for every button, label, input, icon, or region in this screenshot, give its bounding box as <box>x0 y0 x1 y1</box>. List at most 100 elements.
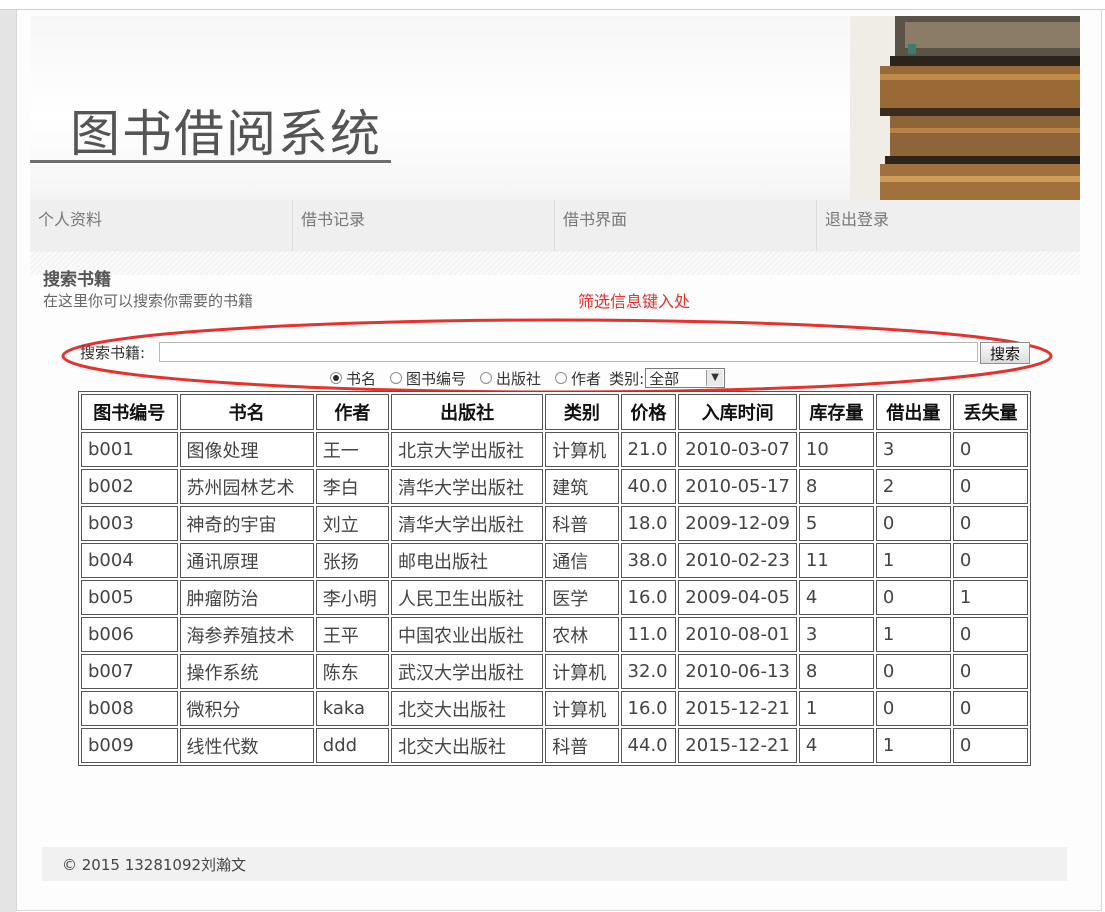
table-cell: 通信 <box>545 543 619 578</box>
table-cell: 科普 <box>545 728 619 763</box>
table-cell: b009 <box>81 728 178 763</box>
table-cell: b007 <box>81 654 178 689</box>
table-cell: 0 <box>875 506 951 541</box>
table-cell: 32.0 <box>620 654 677 689</box>
radio-icon[interactable] <box>390 372 403 384</box>
table-cell: b005 <box>81 580 178 615</box>
table-cell: 40.0 <box>620 469 677 504</box>
table-cell: 通讯原理 <box>179 543 314 578</box>
table-cell: 2010-05-17 <box>678 469 797 504</box>
table-cell: 0 <box>952 728 1028 763</box>
category-selected-value: 全部 <box>649 369 680 388</box>
table-row: b008 微积分 kaka 北交大出版社 计算机 16.0 2015-12-21 1 0 0 <box>81 691 1028 726</box>
radio-icon[interactable] <box>480 372 493 384</box>
table-cell: 2010-08-01 <box>678 617 797 652</box>
column-header: 书名 <box>179 394 314 430</box>
table-cell: 0 <box>875 691 951 726</box>
table-row: b009 线性代数 ddd 北交大出版社 科普 44.0 2015-12-21 4 1 0 <box>81 728 1028 763</box>
books-stack-image <box>850 16 1080 200</box>
search-input[interactable] <box>159 342 978 362</box>
table-cell: 海参养殖技术 <box>179 617 314 652</box>
table-cell: 2009-12-09 <box>678 506 797 541</box>
table-cell: 武汉大学出版社 <box>391 654 544 689</box>
filter-option-title[interactable]: 书名 <box>330 368 376 389</box>
table-cell: 刘立 <box>315 506 390 541</box>
dropdown-arrow-icon[interactable]: ▼ <box>706 370 724 386</box>
nav-item-borrow-page[interactable]: 借书界面 <box>555 200 816 251</box>
table-cell: 人民卫生出版社 <box>391 580 544 615</box>
category-label: 类别: <box>609 369 645 388</box>
table-cell: ddd <box>315 728 390 763</box>
footer-copyright: © 2015 13281092刘瀚文 <box>62 856 247 874</box>
table-cell: 0 <box>952 654 1028 689</box>
column-header: 借出量 <box>875 394 951 430</box>
table-cell: 2010-06-13 <box>678 654 797 689</box>
table-cell: 0 <box>952 432 1028 467</box>
nav-item-logout[interactable]: 退出登录 <box>817 200 1080 251</box>
table-cell: 王一 <box>315 432 390 467</box>
table-cell: 0 <box>875 580 951 615</box>
table-cell: 农林 <box>545 617 619 652</box>
table-cell: b008 <box>81 691 178 726</box>
table-cell: 0 <box>952 691 1028 726</box>
table-cell: 中国农业出版社 <box>391 617 544 652</box>
table-cell: b004 <box>81 543 178 578</box>
table-body: b001 图像处理 王一 北京大学出版社 计算机 21.0 2010-03-07 10 3 0 b0… <box>81 432 1028 763</box>
annotation-label: 筛选信息键入处 <box>578 292 691 311</box>
table-cell: 计算机 <box>545 432 619 467</box>
table-cell: 16.0 <box>620 580 677 615</box>
column-header: 库存量 <box>798 394 874 430</box>
search-button[interactable]: 搜索 <box>980 342 1030 364</box>
app-title: 图书借阅系统 <box>70 105 382 163</box>
table-cell: 16.0 <box>620 691 677 726</box>
table-row: b002 苏州园林艺术 李白 清华大学出版社 建筑 40.0 2010-05-17 8 2 0 <box>81 469 1028 504</box>
filter-option-label: 图书编号 <box>406 369 467 388</box>
table-cell: 医学 <box>545 580 619 615</box>
filter-option-author[interactable]: 作者 <box>555 368 601 389</box>
filter-option-publisher[interactable]: 出版社 <box>480 368 541 389</box>
column-header: 入库时间 <box>678 394 797 430</box>
column-header: 丢失量 <box>952 394 1028 430</box>
radio-checked-icon[interactable] <box>330 372 342 384</box>
nav-item-profile[interactable]: 个人资料 <box>30 200 292 251</box>
table-cell: 陈东 <box>315 654 390 689</box>
table-cell: 1 <box>798 691 874 726</box>
table-cell: 0 <box>952 617 1028 652</box>
table-cell: 1 <box>952 580 1028 615</box>
section-subtitle: 在这里你可以搜索你需要的书籍 <box>43 292 254 310</box>
search-filter-options: 书名 图书编号 出版社 作者 类别: 全部 ▼ <box>330 367 726 389</box>
table-cell: 2015-12-21 <box>678 691 797 726</box>
filter-option-label: 出版社 <box>496 369 542 388</box>
table-cell: 0 <box>875 654 951 689</box>
filter-option-book-id[interactable]: 图书编号 <box>390 368 466 389</box>
search-label: 搜索书籍: <box>80 344 146 362</box>
table-cell: b006 <box>81 617 178 652</box>
table-cell: 李小明 <box>315 580 390 615</box>
table-cell: 北交大出版社 <box>391 691 544 726</box>
table-cell: 计算机 <box>545 654 619 689</box>
table-cell: kaka <box>315 691 390 726</box>
table-cell: 线性代数 <box>179 728 314 763</box>
column-header: 价格 <box>620 394 677 430</box>
radio-icon[interactable] <box>555 372 568 384</box>
table-cell: 4 <box>798 728 874 763</box>
table-cell: 1 <box>875 728 951 763</box>
section-title: 搜索书籍 <box>43 270 111 290</box>
table-cell: 21.0 <box>620 432 677 467</box>
category-select[interactable]: 全部 ▼ <box>645 368 726 388</box>
nav-item-borrow-records[interactable]: 借书记录 <box>293 200 554 251</box>
table-cell: 4 <box>798 580 874 615</box>
table-cell: 邮电出版社 <box>391 543 544 578</box>
column-header: 图书编号 <box>81 394 178 430</box>
table-cell: 11 <box>798 543 874 578</box>
table-cell: 科普 <box>545 506 619 541</box>
content-pattern <box>30 251 1080 275</box>
table-cell: 苏州园林艺术 <box>179 469 314 504</box>
table-cell: 王平 <box>315 617 390 652</box>
books-table: 图书编号 书名 作者 出版社 类别 价格 入库时间 库存量 借出量 丢失量 b0… <box>78 391 1031 766</box>
top-nav: 个人资料 借书记录 借书界面 退出登录 <box>30 200 1080 252</box>
table-cell: 18.0 <box>620 506 677 541</box>
table-cell: 0 <box>952 543 1028 578</box>
table-cell: 神奇的宇宙 <box>179 506 314 541</box>
table-cell: 5 <box>798 506 874 541</box>
